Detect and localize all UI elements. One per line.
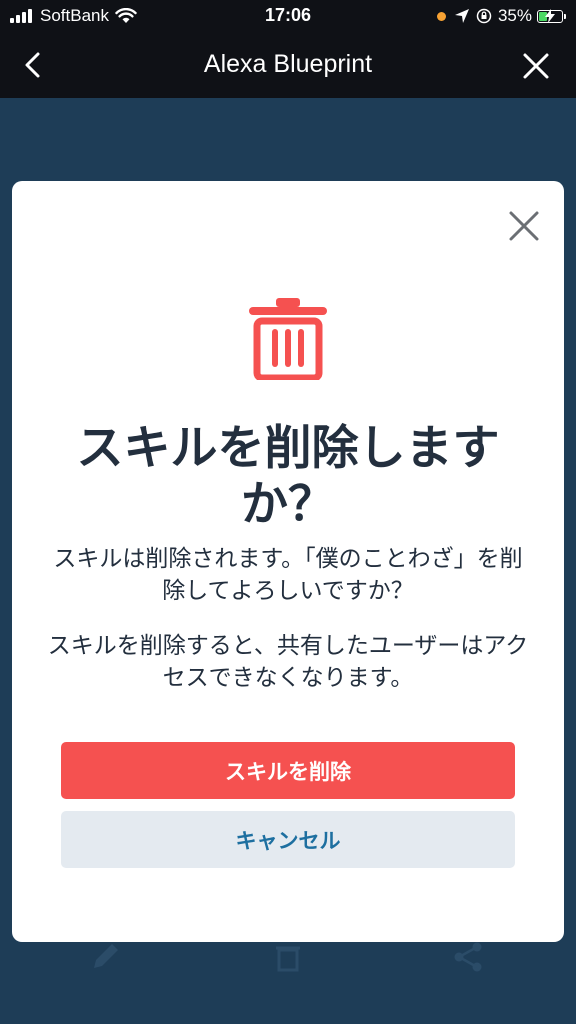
bg-share-tool	[428, 940, 508, 980]
background-toolbar	[0, 930, 576, 1024]
close-icon[interactable]	[522, 52, 550, 80]
battery-tip	[564, 13, 566, 19]
dialog-title: スキルを削除しますか？	[76, 421, 500, 532]
battery-charging-icon	[537, 8, 563, 23]
cancel-button[interactable]: キャンセル	[61, 811, 515, 868]
dialog-message: スキルは削除されます。「僕のことわざ」を削除してよろしいですか？	[53, 546, 523, 604]
status-right: 35%	[436, 5, 566, 27]
battery-percent: 35%	[497, 6, 532, 25]
rotation-lock-icon	[476, 8, 492, 24]
edit-icon	[94, 944, 118, 968]
status-bar: SoftBank 17:06 35%	[0, 0, 576, 32]
nav-title: Alexa Blueprint	[203, 50, 373, 78]
delete-skill-dialog: スキルを削除しますか？ スキルは削除されます。「僕のことわざ」を削除してよろしい…	[12, 181, 564, 942]
bg-delete-tool	[248, 940, 328, 980]
recording-indicator	[436, 11, 446, 21]
nav-bar: Alexa Blueprint	[0, 32, 576, 98]
close-icon[interactable]	[507, 209, 541, 243]
location-arrow-icon	[454, 9, 469, 23]
share-icon	[454, 942, 482, 972]
delete-skill-button[interactable]: スキルを削除	[61, 742, 515, 799]
trash-icon	[249, 298, 327, 380]
trash-icon	[276, 946, 300, 972]
dialog-warning: スキルを削除すると、共有したユーザーはアクセスできなくなります。	[47, 633, 529, 691]
bg-edit-tool	[65, 940, 145, 980]
